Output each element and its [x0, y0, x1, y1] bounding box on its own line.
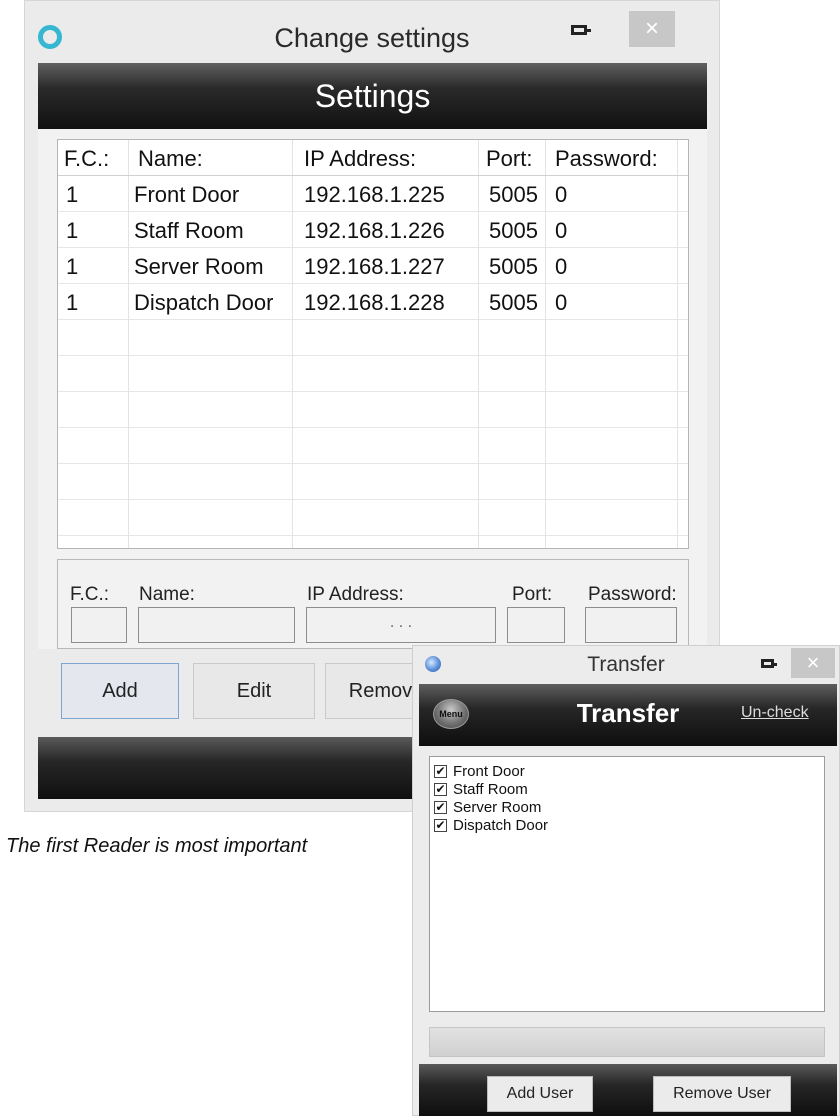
- empty-row[interactable]: [58, 428, 688, 464]
- list-item-label: Front Door: [453, 763, 525, 780]
- ip-address-input[interactable]: . . .: [306, 607, 496, 643]
- table-row[interactable]: 1 Server Room 192.168.1.227 5005 0: [58, 248, 688, 284]
- empty-row[interactable]: [58, 356, 688, 392]
- transfer-title-bar: Transfer ×: [413, 646, 839, 682]
- cell-password: 0: [555, 218, 568, 243]
- empty-row[interactable]: [58, 320, 688, 356]
- cell-port: 5005: [489, 218, 538, 243]
- uncheck-link[interactable]: Un-check: [741, 704, 809, 722]
- checkbox-checked-icon[interactable]: ✔: [434, 783, 447, 796]
- cell-fc: 1: [66, 254, 79, 279]
- fc-label: F.C.:: [70, 584, 110, 605]
- list-item-label: Server Room: [453, 799, 542, 816]
- close-button[interactable]: ×: [629, 11, 675, 47]
- cell-fc: 1: [66, 182, 79, 207]
- checkbox-checked-icon[interactable]: ✔: [434, 765, 447, 778]
- transfer-header: Menu Transfer Un-check: [419, 684, 837, 746]
- column-header-name[interactable]: Name:: [138, 140, 203, 176]
- port-label: Port:: [512, 584, 553, 605]
- transfer-footer-bar: Add User Remove User: [419, 1064, 837, 1116]
- cell-port: 5005: [489, 254, 538, 279]
- cell-ip: 192.168.1.225: [304, 182, 445, 207]
- minimize-icon[interactable]: [561, 15, 601, 47]
- cell-ip: 192.168.1.226: [304, 218, 445, 243]
- checkbox-checked-icon[interactable]: ✔: [434, 801, 447, 814]
- list-item-label: Staff Room: [453, 781, 528, 798]
- cell-name: Front Door: [134, 182, 240, 207]
- ip-label: IP Address:: [307, 584, 404, 605]
- add-user-button[interactable]: Add User: [487, 1076, 593, 1112]
- cell-name: Staff Room: [134, 218, 244, 243]
- fc-input[interactable]: [71, 607, 127, 643]
- password-input[interactable]: [585, 607, 677, 643]
- empty-row[interactable]: [58, 464, 688, 500]
- name-label: Name:: [139, 584, 195, 605]
- cell-ip: 192.168.1.227: [304, 254, 445, 279]
- add-button[interactable]: Add: [61, 663, 179, 719]
- edit-button[interactable]: Edit: [193, 663, 315, 719]
- title-bar: Change settings ×: [25, 1, 719, 63]
- cell-name: Server Room: [134, 254, 264, 279]
- settings-header: Settings: [38, 63, 707, 129]
- table-row[interactable]: 1 Front Door 192.168.1.225 5005 0: [58, 176, 688, 212]
- column-header-fc[interactable]: F.C.:: [64, 140, 109, 176]
- port-input[interactable]: [507, 607, 565, 643]
- empty-row[interactable]: [58, 392, 688, 428]
- minimize-icon[interactable]: [755, 652, 785, 676]
- window-title: Change settings: [274, 23, 470, 53]
- cell-port: 5005: [489, 182, 538, 207]
- cell-password: 0: [555, 290, 568, 315]
- cell-name: Dispatch Door: [134, 290, 274, 315]
- list-item-label: Dispatch Door: [453, 817, 549, 834]
- transfer-window: Transfer × Menu Transfer Un-check ✔ Fron…: [412, 645, 840, 1116]
- cell-password: 0: [555, 182, 568, 207]
- empty-row[interactable]: [58, 500, 688, 536]
- close-button[interactable]: ×: [791, 648, 835, 678]
- name-input[interactable]: [138, 607, 295, 643]
- readers-table[interactable]: F.C.: Name: IP Address: Port: Password: …: [57, 139, 689, 549]
- table-row[interactable]: 1 Staff Room 192.168.1.226 5005 0: [58, 212, 688, 248]
- column-header-ip[interactable]: IP Address:: [304, 140, 416, 176]
- column-header-port[interactable]: Port:: [486, 140, 532, 176]
- progress-bar: [429, 1027, 825, 1057]
- column-header-password[interactable]: Password:: [555, 140, 658, 176]
- table-header-row: F.C.: Name: IP Address: Port: Password:: [58, 140, 688, 176]
- table-row[interactable]: 1 Dispatch Door 192.168.1.228 5005 0: [58, 284, 688, 320]
- caption-text: The first Reader is most important: [6, 835, 308, 857]
- password-label: Password:: [588, 584, 677, 605]
- cell-password: 0: [555, 254, 568, 279]
- cell-port: 5005: [489, 290, 538, 315]
- cell-ip: 192.168.1.228: [304, 290, 445, 315]
- cell-fc: 1: [66, 218, 79, 243]
- checkbox-checked-icon[interactable]: ✔: [434, 819, 447, 832]
- reader-checklist[interactable]: ✔ Front Door ✔ Staff Room ✔ Server Room …: [429, 756, 825, 1012]
- cell-fc: 1: [66, 290, 79, 315]
- remove-user-button[interactable]: Remove User: [653, 1076, 791, 1112]
